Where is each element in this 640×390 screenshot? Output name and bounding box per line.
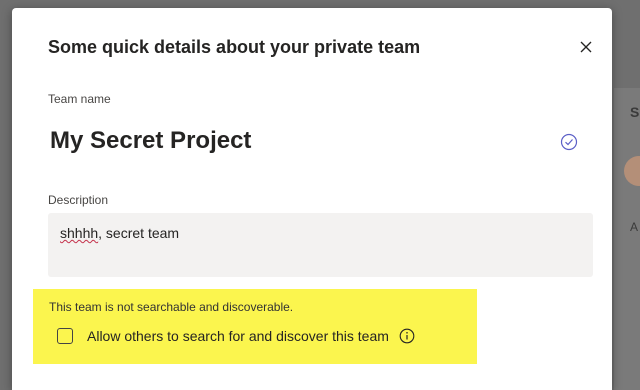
searchability-highlight: This team is not searchable and discover… <box>33 289 477 364</box>
background-heading-fragment: S <box>630 104 640 120</box>
discover-checkbox[interactable] <box>57 328 73 344</box>
description-text: shhhh, secret team <box>60 225 179 241</box>
discover-option[interactable]: Allow others to search for and discover … <box>57 328 415 344</box>
searchability-note: This team is not searchable and discover… <box>49 300 294 314</box>
description-field[interactable]: shhhh, secret team <box>48 213 593 277</box>
misspelled-word: shhhh <box>60 225 99 241</box>
check-circle-icon <box>560 133 578 151</box>
team-name-label: Team name <box>48 92 111 106</box>
close-icon <box>580 41 592 53</box>
background-panel <box>614 88 640 390</box>
dialog-title: Some quick details about your private te… <box>48 37 421 57</box>
description-label: Description <box>48 193 109 207</box>
team-name-input[interactable] <box>48 126 522 156</box>
background-text-fragment: A <box>630 220 639 234</box>
description-text-rest: , secret team <box>98 225 180 241</box>
close-button[interactable] <box>575 36 597 58</box>
info-icon[interactable] <box>399 328 415 344</box>
discover-option-label: Allow others to search for and discover … <box>87 328 389 344</box>
